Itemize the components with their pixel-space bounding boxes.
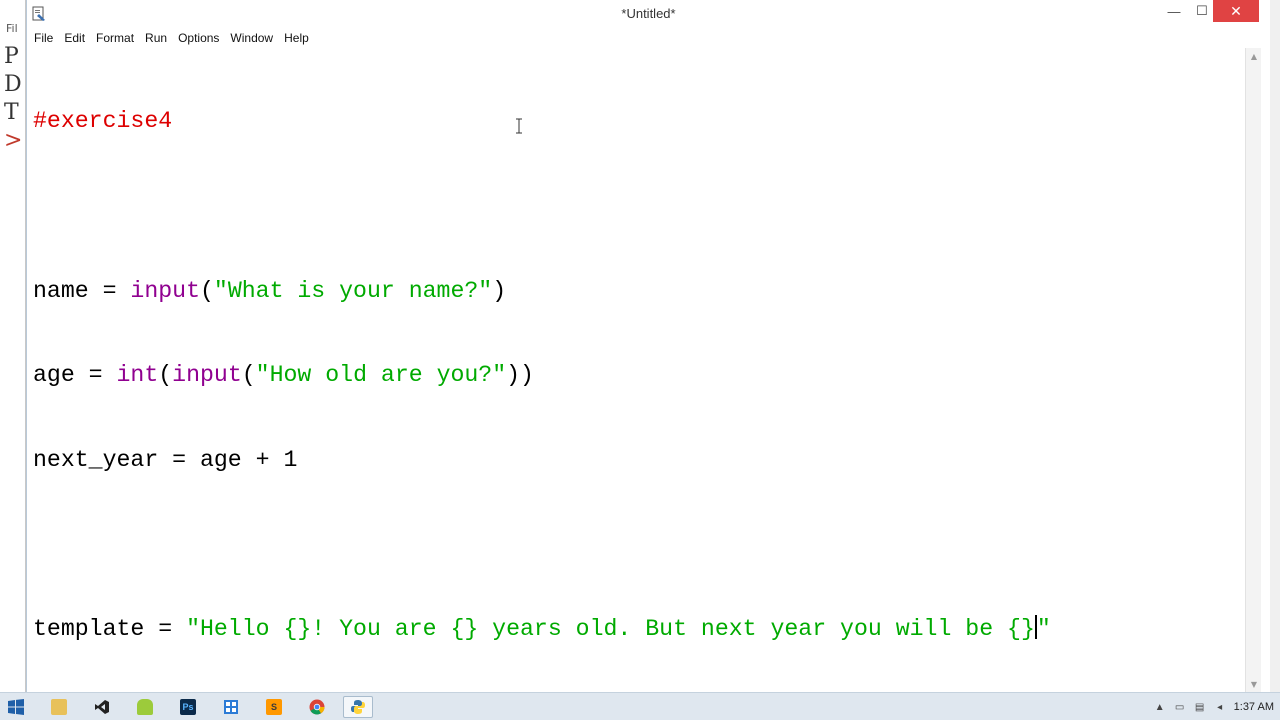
- code-line-7: template = "Hello {}! You are {} years o…: [33, 614, 1051, 643]
- python-idle-icon[interactable]: [343, 696, 373, 718]
- builtin-token: int: [116, 362, 159, 389]
- menu-window[interactable]: Window: [225, 29, 278, 47]
- vs-logo-icon: [95, 700, 109, 714]
- plain-token: (: [199, 277, 214, 304]
- network-icon[interactable]: ▤: [1194, 701, 1206, 713]
- chrome-logo-icon: [309, 699, 325, 715]
- string-token: "How old are you?": [255, 362, 507, 389]
- background-shell-window[interactable]: Fil P D T >: [0, 0, 26, 692]
- taskbar: Ps S ▲ ▭ ▤ ◂ 1:37 AM: [0, 692, 1280, 720]
- editor-window: *Untitled* — ☐ ✕ File Edit Format Run Op…: [26, 0, 1270, 692]
- visual-studio-icon[interactable]: [87, 696, 117, 718]
- menu-edit[interactable]: Edit: [59, 29, 90, 47]
- close-button[interactable]: ✕: [1213, 0, 1259, 22]
- calculator-icon[interactable]: [216, 696, 246, 718]
- plain-token: (: [241, 362, 256, 389]
- chrome-icon[interactable]: [302, 696, 332, 718]
- plain-token: next_year = age + 1: [33, 446, 298, 473]
- menu-bar: File Edit Format Run Options Window Help: [27, 28, 1270, 48]
- file-explorer-icon[interactable]: [44, 696, 74, 718]
- python-logo-icon: [351, 700, 365, 714]
- code-text[interactable]: #exercise4 name = input("What is your na…: [33, 51, 1051, 700]
- comment-token: #exercise4: [33, 108, 173, 135]
- code-line-4: age = int(input("How old are you?")): [33, 361, 1051, 389]
- menu-options[interactable]: Options: [173, 29, 224, 47]
- shell-line-1: P: [4, 44, 19, 69]
- windows-start-icon[interactable]: [8, 699, 24, 715]
- scroll-up-arrow-icon[interactable]: ▲: [1246, 48, 1262, 64]
- string-token: "What is your name?": [213, 277, 493, 304]
- code-line-1: #exercise4: [33, 107, 1051, 135]
- code-editor[interactable]: #exercise4 name = input("What is your na…: [27, 48, 1245, 692]
- android-icon[interactable]: [130, 696, 160, 718]
- builtin-token: input: [130, 277, 200, 304]
- plain-token: age =: [33, 362, 117, 389]
- window-title: *Untitled*: [621, 6, 676, 21]
- string-token: "Hello {}! You are {} years old. But nex…: [186, 615, 1035, 642]
- plain-token: name =: [33, 277, 131, 304]
- sublime-logo-icon: S: [266, 699, 282, 715]
- vertical-scrollbar[interactable]: ▲ ▼: [1245, 48, 1261, 692]
- menu-file[interactable]: File: [29, 29, 58, 47]
- plain-token: )): [506, 362, 534, 389]
- shell-menu-fragment: Fil: [6, 22, 18, 35]
- tray-overflow-icon[interactable]: ▲: [1154, 701, 1166, 713]
- system-tray: ▲ ▭ ▤ ◂ 1:37 AM: [1154, 697, 1274, 717]
- window-edge: [1270, 0, 1280, 692]
- calc-grid-icon: [224, 700, 238, 714]
- code-line-5: next_year = age + 1: [33, 446, 1051, 474]
- folder-icon: [51, 699, 67, 715]
- menu-format[interactable]: Format: [91, 29, 139, 47]
- photoshop-logo-icon: Ps: [180, 699, 196, 715]
- shell-prompt: >: [4, 128, 23, 153]
- builtin-token: input: [172, 362, 242, 389]
- battery-icon[interactable]: ▭: [1174, 701, 1186, 713]
- plain-token: (: [158, 362, 173, 389]
- shell-line-2: D: [4, 72, 22, 97]
- string-token: ": [1036, 615, 1051, 642]
- photoshop-icon[interactable]: Ps: [173, 696, 203, 718]
- code-line-3: name = input("What is your name?"): [33, 277, 1051, 305]
- ibeam-cursor-icon: [516, 118, 522, 134]
- menu-help[interactable]: Help: [279, 29, 314, 47]
- android-robot-icon: [137, 699, 153, 715]
- clock[interactable]: 1:37 AM: [1234, 701, 1274, 713]
- plain-token: ): [492, 277, 507, 304]
- shell-line-3: T: [4, 100, 19, 125]
- title-bar[interactable]: *Untitled* — ☐ ✕: [27, 0, 1270, 28]
- scroll-down-arrow-icon[interactable]: ▼: [1246, 676, 1262, 692]
- plain-token: template =: [33, 615, 187, 642]
- sublime-text-icon[interactable]: S: [259, 696, 289, 718]
- menu-run[interactable]: Run: [140, 29, 172, 47]
- volume-icon[interactable]: ◂: [1214, 701, 1226, 713]
